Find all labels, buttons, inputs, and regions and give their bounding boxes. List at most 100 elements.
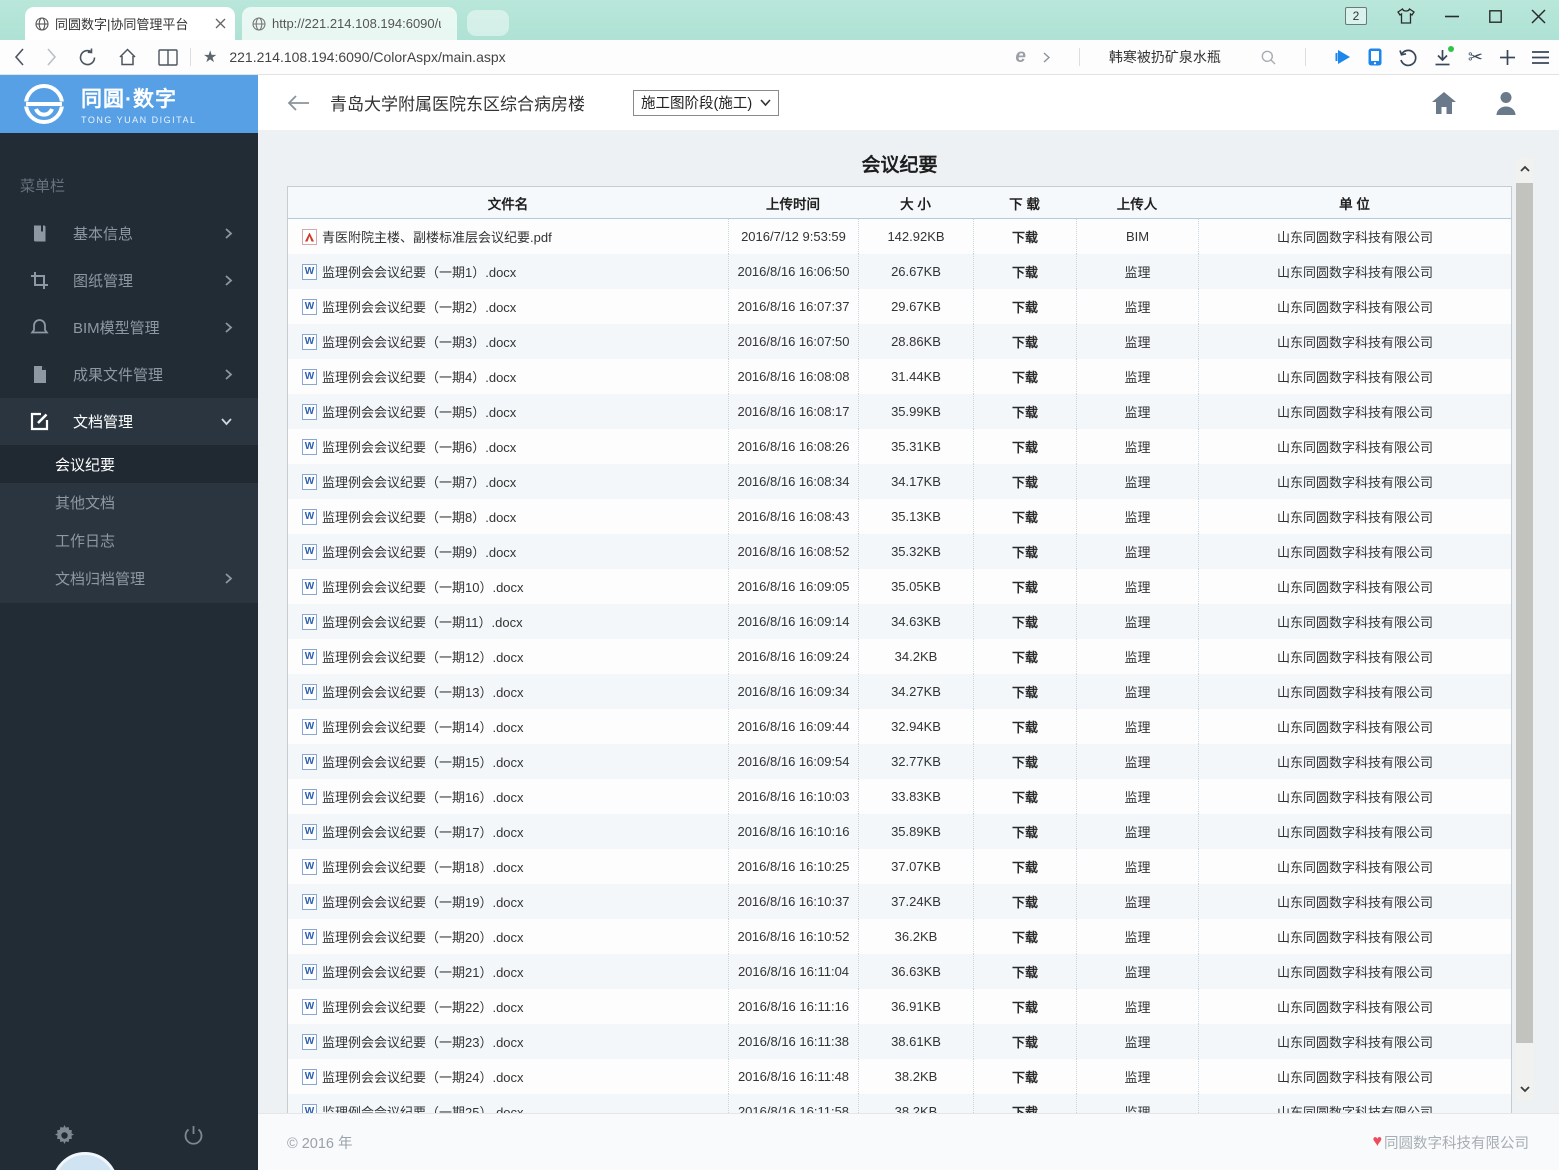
download-link[interactable]: 下载 — [1012, 752, 1038, 771]
new-tab-button[interactable] — [467, 10, 509, 36]
download-link[interactable]: 下载 — [1012, 612, 1038, 631]
download-link[interactable]: 下载 — [1012, 1102, 1038, 1113]
download-link[interactable]: 下载 — [1012, 857, 1038, 876]
footer-company-name: 同圆数字科技有限公司 — [1384, 1135, 1529, 1152]
reading-mode-icon[interactable] — [158, 48, 178, 66]
download-link[interactable]: 下载 — [1012, 962, 1038, 981]
bookmark-star-icon[interactable]: ★ — [203, 47, 217, 67]
vertical-scrollbar[interactable] — [1516, 158, 1533, 1100]
download-link[interactable]: 下载 — [1012, 682, 1038, 701]
address-url[interactable]: 221.214.108.194:6090/ColorAspx/main.aspx — [229, 49, 505, 65]
file-name-link[interactable]: 监理例会会议纪要（一期20）.docx — [322, 927, 524, 946]
sidebar-item-bim-model-management[interactable]: BIM模型管理 — [0, 304, 258, 351]
download-link[interactable]: 下载 — [1012, 472, 1038, 491]
sidebar-item-drawing-management[interactable]: 图纸管理 — [0, 257, 258, 304]
skin-tshirt-icon[interactable] — [1397, 7, 1415, 24]
sidebar-subitem-work-log[interactable]: 工作日志 — [0, 521, 258, 559]
ie-compat-icon[interactable]: e — [1015, 46, 1026, 68]
sidebar-item-basic-info[interactable]: 基本信息 — [0, 210, 258, 257]
download-link[interactable]: 下载 — [1012, 437, 1038, 456]
download-link[interactable]: 下载 — [1012, 997, 1038, 1016]
download-link[interactable]: 下载 — [1012, 1067, 1038, 1086]
forward-icon[interactable] — [46, 48, 57, 66]
download-link[interactable]: 下载 — [1012, 542, 1038, 561]
file-name-link[interactable]: 监理例会会议纪要（一期24）.docx — [322, 1067, 524, 1086]
file-name-link[interactable]: 监理例会会议纪要（一期23）.docx — [322, 1032, 524, 1051]
power-logout-icon[interactable] — [129, 1125, 258, 1146]
download-link[interactable]: 下载 — [1012, 297, 1038, 316]
tab-close-icon[interactable] — [215, 18, 226, 29]
scroll-up-arrow-icon[interactable] — [1516, 158, 1533, 180]
tab-background[interactable]: http://221.214.108.194:6090/up — [242, 7, 457, 40]
file-name-link[interactable]: 监理例会会议纪要（一期19）.docx — [322, 892, 524, 911]
add-icon[interactable] — [1500, 49, 1515, 65]
undo-history-icon[interactable] — [1399, 49, 1417, 66]
file-name-link[interactable]: 监理例会会议纪要（一期12）.docx — [322, 647, 524, 666]
download-link[interactable]: 下载 — [1012, 927, 1038, 946]
file-name-link[interactable]: 监理例会会议纪要（一期8）.docx — [322, 507, 516, 526]
file-name-link[interactable]: 监理例会会议纪要（一期14）.docx — [322, 717, 524, 736]
screenshot-scissors-icon[interactable]: ✂ — [1468, 47, 1483, 68]
user-profile-icon[interactable] — [1495, 91, 1517, 115]
file-name-link[interactable]: 监理例会会议纪要（一期15）.docx — [322, 752, 524, 771]
file-name-link[interactable]: 监理例会会议纪要（一期17）.docx — [322, 822, 524, 841]
minimize-button[interactable] — [1445, 15, 1459, 18]
settings-gear-icon[interactable] — [0, 1124, 129, 1146]
file-name-link[interactable]: 监理例会会议纪要（一期11）.docx — [322, 612, 523, 631]
download-link[interactable]: 下载 — [1012, 577, 1038, 596]
tab-active[interactable]: 同圆数字|协同管理平台 — [25, 7, 235, 40]
mobile-phone-icon[interactable] — [1368, 48, 1382, 66]
download-link[interactable]: 下载 — [1012, 892, 1038, 911]
file-name-link[interactable]: 监理例会会议纪要（一期21）.docx — [322, 962, 524, 981]
download-link[interactable]: 下载 — [1012, 507, 1038, 526]
download-link[interactable]: 下载 — [1012, 822, 1038, 841]
download-link[interactable]: 下载 — [1012, 332, 1038, 351]
file-name-link[interactable]: 监理例会会议纪要（一期9）.docx — [322, 542, 516, 561]
sidebar-subitem-other-documents[interactable]: 其他文档 — [0, 483, 258, 521]
bell-icon — [30, 318, 49, 337]
download-link[interactable]: 下载 — [1012, 1032, 1038, 1051]
download-link[interactable]: 下载 — [1012, 717, 1038, 736]
file-name-link[interactable]: 监理例会会议纪要（一期25）.docx — [322, 1102, 524, 1113]
download-link[interactable]: 下载 — [1012, 227, 1038, 246]
file-name-link[interactable]: 监理例会会议纪要（一期16）.docx — [322, 787, 524, 806]
back-icon[interactable] — [14, 48, 25, 66]
sidebar-item-result-file-management[interactable]: 成果文件管理 — [0, 351, 258, 398]
scroll-down-arrow-icon[interactable] — [1516, 1078, 1533, 1100]
file-name-link[interactable]: 青医附院主楼、副楼标准层会议纪要.pdf — [322, 227, 552, 246]
download-link[interactable]: 下载 — [1012, 402, 1038, 421]
file-name-link[interactable]: 监理例会会议纪要（一期13）.docx — [322, 682, 524, 701]
file-name-link[interactable]: 监理例会会议纪要（一期1）.docx — [322, 262, 516, 281]
download-manager-icon[interactable] — [1434, 45, 1454, 66]
search-input[interactable]: 韩寒被扔矿泉水瓶 — [1109, 47, 1221, 67]
file-name-link[interactable]: 监理例会会议纪要（一期5）.docx — [322, 402, 516, 421]
close-button[interactable] — [1531, 8, 1546, 24]
scrollbar-thumb[interactable] — [1516, 183, 1533, 1043]
home-button-icon[interactable] — [1431, 91, 1457, 115]
file-name-link[interactable]: 监理例会会议纪要（一期4）.docx — [322, 367, 516, 386]
stage-select-dropdown[interactable]: 施工图阶段(施工) — [633, 89, 780, 116]
chevron-right-icon[interactable] — [1043, 51, 1050, 63]
maximize-button[interactable] — [1489, 9, 1502, 23]
file-name-link[interactable]: 监理例会会议纪要（一期6）.docx — [322, 437, 516, 456]
sidebar-subitem-meeting-minutes[interactable]: 会议纪要 — [0, 445, 258, 483]
menu-icon[interactable] — [1532, 50, 1549, 64]
play-video-icon[interactable] — [1335, 49, 1351, 65]
download-link[interactable]: 下载 — [1012, 367, 1038, 386]
sidebar-subitem-document-archive-management[interactable]: 文档归档管理 — [0, 559, 258, 597]
back-arrow-icon[interactable] — [287, 94, 310, 111]
file-name-link[interactable]: 监理例会会议纪要（一期10）.docx — [322, 577, 524, 596]
sidebar-item-document-management[interactable]: 文档管理 — [0, 398, 258, 445]
home-icon[interactable] — [118, 48, 137, 66]
search-icon[interactable] — [1261, 50, 1276, 65]
refresh-icon[interactable] — [78, 48, 97, 67]
tab-count-badge[interactable]: 2 — [1345, 7, 1367, 25]
file-name-link[interactable]: 监理例会会议纪要（一期7）.docx — [322, 472, 516, 491]
file-name-link[interactable]: 监理例会会议纪要（一期18）.docx — [322, 857, 524, 876]
download-link[interactable]: 下载 — [1012, 647, 1038, 666]
file-name-link[interactable]: 监理例会会议纪要（一期3）.docx — [322, 332, 516, 351]
file-name-link[interactable]: 监理例会会议纪要（一期22）.docx — [322, 997, 524, 1016]
file-name-link[interactable]: 监理例会会议纪要（一期2）.docx — [322, 297, 516, 316]
download-link[interactable]: 下载 — [1012, 787, 1038, 806]
download-link[interactable]: 下载 — [1012, 262, 1038, 281]
